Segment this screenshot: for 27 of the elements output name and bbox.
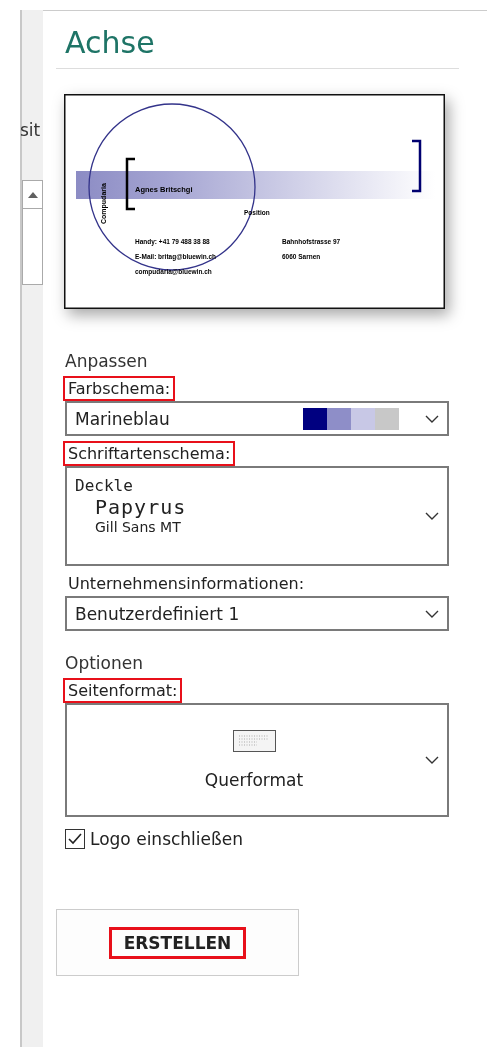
checkbox[interactable] [65,829,85,849]
section-heading: Anpassen [65,351,149,371]
page-format-dropdown[interactable]: Querformat [65,703,449,817]
landscape-page-icon [232,730,276,752]
field-label: Schriftartenschema: [63,441,236,466]
field-label: Seitenformat: [63,678,183,703]
right-bracket [412,139,422,193]
section-heading: Optionen [65,653,144,673]
scrollbar[interactable] [22,180,43,285]
left-bracket [125,157,135,211]
detail-font-text: Gill Sans MT [95,519,182,535]
heading-font-text: Deckle [75,476,134,495]
create-button[interactable]: ERSTELLEN [56,909,299,976]
chevron-down-icon [425,512,439,520]
company-info-dropdown[interactable]: Benutzerdefiniert 1 [65,596,449,631]
cut-off-label: sit [20,120,41,140]
color-scheme-dropdown[interactable]: Marineblau [65,401,449,436]
body-font-text: Papyrus [95,495,188,519]
chevron-down-icon [425,609,439,618]
panel-title: Achse [65,25,156,60]
up-arrow-icon [27,191,38,198]
logo-checkbox[interactable]: Logo einschließen [65,829,449,849]
chevron-down-icon [425,756,439,764]
font-scheme-dropdown[interactable]: Deckle Papyrus Gill Sans MT [65,466,449,566]
field-label: Farbschema: [63,376,176,401]
chevron-down-icon [425,414,439,423]
field-label: Unternehmensinformationen: [67,573,305,595]
